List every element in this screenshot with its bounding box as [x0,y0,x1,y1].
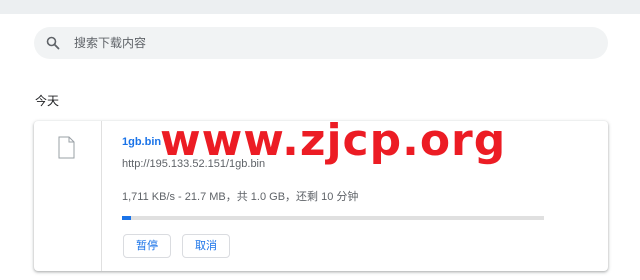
search-icon [46,36,60,50]
download-status-text: 1,711 KB/s - 21.7 MB，共 1.0 GB，还剩 10 分钟 [122,191,359,203]
search-placeholder[interactable]: 搜索下载内容 [74,35,146,51]
search-box[interactable]: 搜索下载内容 [34,27,608,59]
file-icon-column [34,121,102,271]
top-toolbar-strip [0,0,640,14]
file-name-link[interactable]: 1gb.bin [122,136,161,148]
pause-button[interactable]: 暂停 [123,234,171,258]
watermark-text: www.zjcp.org [160,115,507,166]
cancel-button[interactable]: 取消 [182,234,230,258]
download-progress-bar [122,216,544,220]
download-progress-fill [122,216,131,220]
file-icon [58,136,75,159]
date-heading: 今天 [35,94,60,108]
